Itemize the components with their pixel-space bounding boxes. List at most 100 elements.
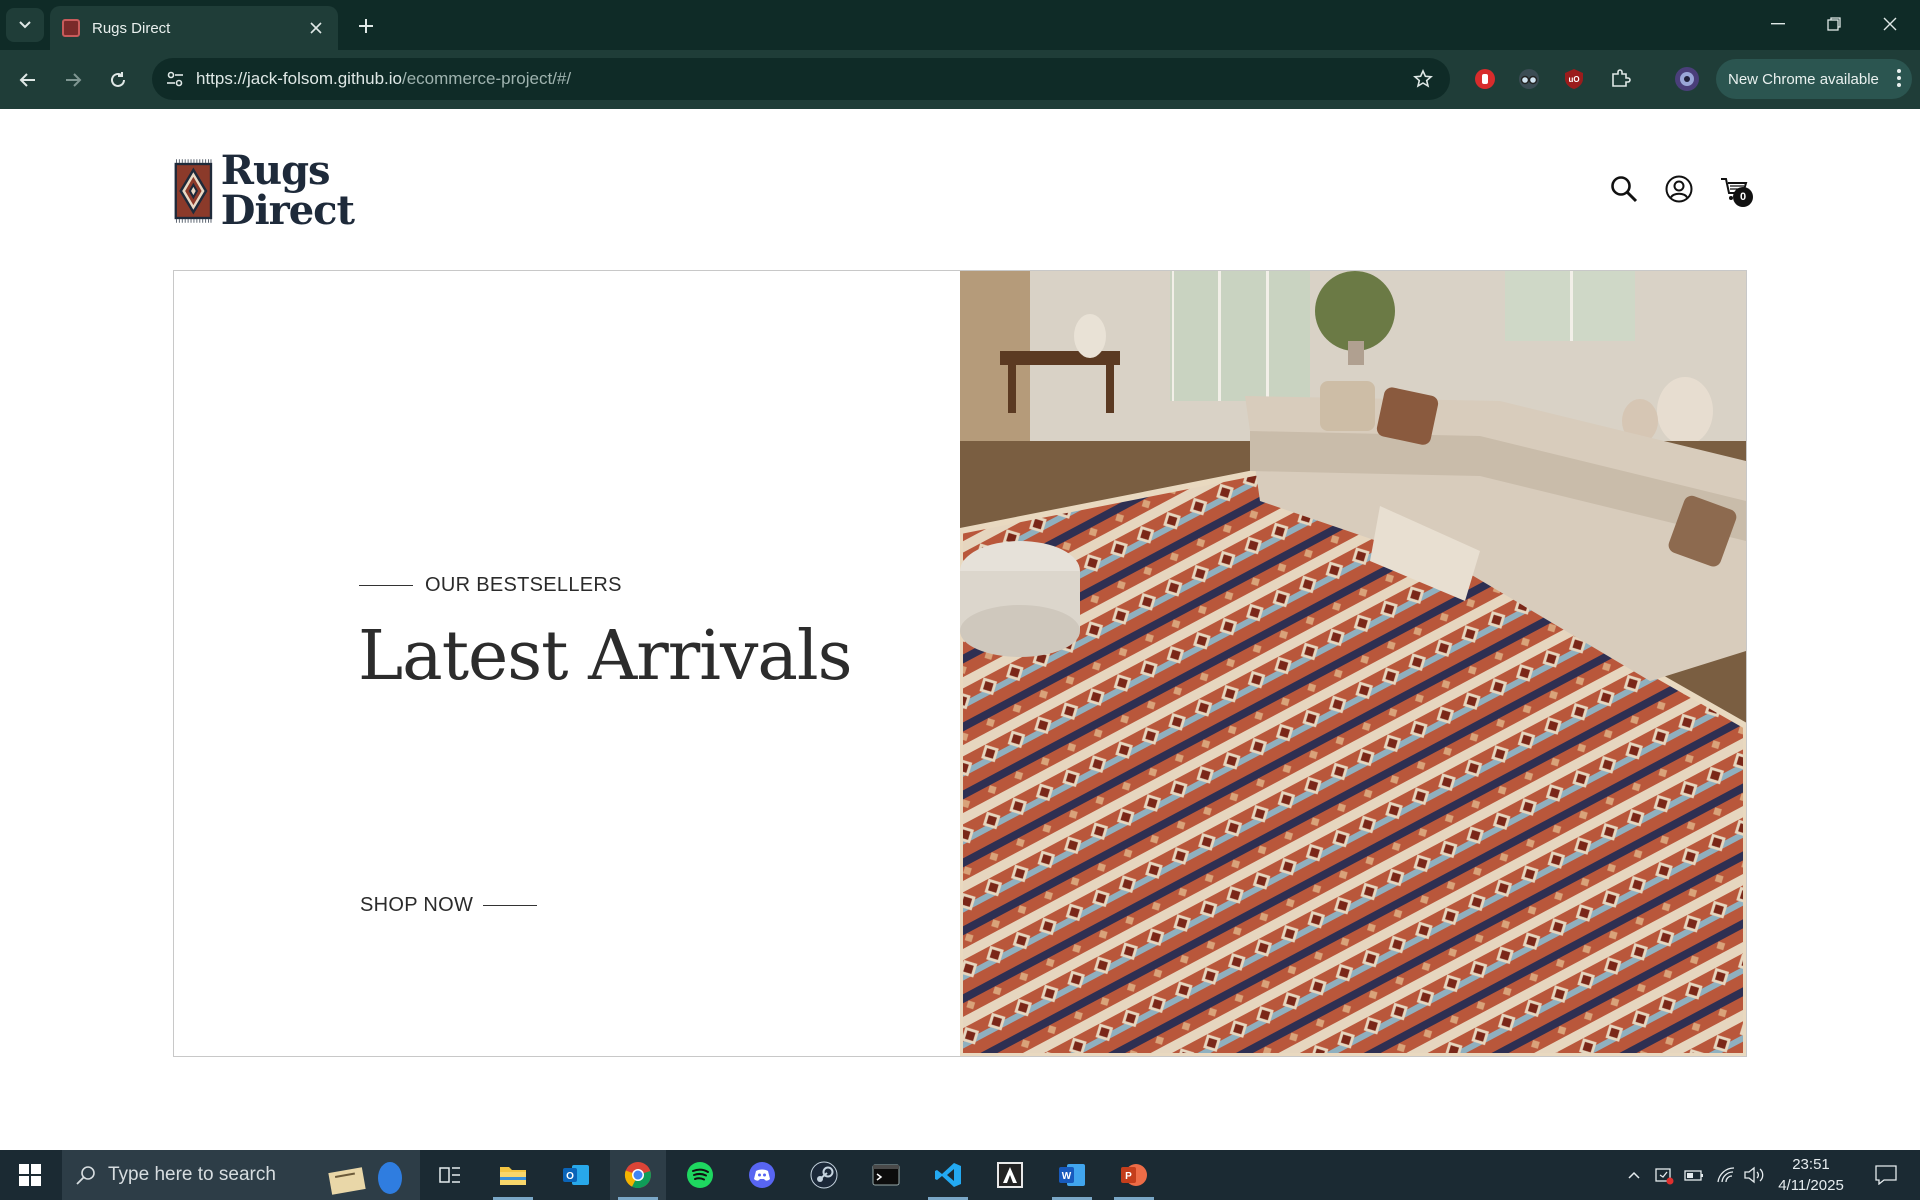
outlook-button[interactable]: O xyxy=(548,1150,604,1200)
svg-text:uO: uO xyxy=(1568,75,1579,84)
logo-line-1: Rugs xyxy=(220,147,331,194)
url-text: https://jack-folsom.github.io/ecommerce-… xyxy=(196,69,571,89)
more-vert-icon xyxy=(1897,69,1901,87)
chevron-up-icon xyxy=(1628,1171,1640,1179)
svg-text:W: W xyxy=(1062,1171,1072,1182)
tab-close-button[interactable] xyxy=(306,18,326,38)
notifications-button[interactable] xyxy=(1864,1150,1908,1200)
new-chrome-available-button[interactable]: New Chrome available xyxy=(1716,59,1912,99)
discord-icon xyxy=(749,1162,775,1188)
star-icon xyxy=(1413,69,1433,88)
taskbar-clock[interactable]: 23:51 4/11/2025 xyxy=(1766,1154,1856,1196)
close-icon xyxy=(1883,17,1897,31)
security-tray-button[interactable] xyxy=(1650,1150,1678,1200)
terminal-icon xyxy=(872,1164,900,1186)
user-icon xyxy=(1665,175,1693,203)
bookmark-button[interactable] xyxy=(1408,64,1438,94)
forward-button[interactable] xyxy=(55,62,91,98)
defender-icon xyxy=(1655,1168,1674,1185)
update-label: New Chrome available xyxy=(1728,70,1879,88)
shop-now-divider xyxy=(483,905,538,906)
url-host: https://jack-folsom.github.io xyxy=(196,69,402,88)
show-hidden-icons-button[interactable] xyxy=(1620,1150,1648,1200)
windows-logo-icon xyxy=(19,1164,41,1186)
network-tray-button[interactable] xyxy=(1712,1150,1740,1200)
search-icon xyxy=(1611,176,1638,203)
favicon-icon xyxy=(62,19,80,37)
tab-search-button[interactable] xyxy=(6,8,44,42)
start-button[interactable] xyxy=(0,1150,60,1200)
steam-button[interactable] xyxy=(796,1150,852,1200)
search-button[interactable] xyxy=(1608,173,1640,205)
eyebrow-divider xyxy=(359,585,413,586)
spotify-icon xyxy=(687,1162,713,1188)
wifi-icon xyxy=(1717,1167,1735,1183)
vscode-button[interactable] xyxy=(920,1150,976,1200)
inkscape-button[interactable] xyxy=(982,1150,1038,1200)
browser-tab-strip: Rugs Direct xyxy=(0,0,1920,50)
shop-now-label: SHOP NOW xyxy=(360,894,474,916)
clock-time: 23:51 xyxy=(1792,1156,1830,1173)
new-tab-button[interactable] xyxy=(352,12,380,40)
restore-icon xyxy=(1827,17,1841,31)
extension-glasses-icon[interactable] xyxy=(1514,64,1544,94)
minimize-button[interactable] xyxy=(1750,0,1806,48)
battery-tray-button[interactable] xyxy=(1680,1150,1708,1200)
account-button[interactable] xyxy=(1663,173,1695,205)
taskbar-search-box[interactable]: Type here to search xyxy=(62,1150,420,1200)
clock-date: 4/11/2025 xyxy=(1778,1177,1844,1194)
restore-button[interactable] xyxy=(1806,0,1862,48)
logo-wordmark: Rugs Direct xyxy=(220,147,355,234)
living-room-rug-photo xyxy=(960,271,1746,1056)
windows-taskbar: Type here to search O W P 23:51 4/11/202… xyxy=(0,1150,1920,1200)
discord-button[interactable] xyxy=(734,1150,790,1200)
task-view-button[interactable] xyxy=(422,1150,478,1200)
volume-tray-button[interactable] xyxy=(1740,1150,1768,1200)
powerpoint-icon: P xyxy=(1121,1164,1147,1186)
word-button[interactable]: W xyxy=(1044,1150,1100,1200)
site-logo[interactable]: Rugs Direct xyxy=(174,136,355,246)
search-icon xyxy=(76,1166,95,1185)
hero-image xyxy=(960,271,1746,1056)
vscode-icon xyxy=(935,1163,961,1187)
powerpoint-button[interactable]: P xyxy=(1106,1150,1162,1200)
taskbar-search-placeholder: Type here to search xyxy=(108,1164,276,1185)
battery-icon xyxy=(1684,1170,1703,1181)
search-highlight-illustration-icon xyxy=(328,1162,402,1195)
hero-eyebrow-text: OUR BESTSELLERS xyxy=(425,574,622,596)
speaker-icon xyxy=(1744,1166,1764,1184)
folder-icon xyxy=(500,1167,526,1185)
spotify-button[interactable] xyxy=(672,1150,728,1200)
chrome-button[interactable] xyxy=(610,1150,666,1200)
steam-icon xyxy=(810,1161,838,1189)
url-path: /ecommerce-project/#/ xyxy=(401,69,572,88)
address-bar[interactable]: https://jack-folsom.github.io/ecommerce-… xyxy=(152,58,1450,100)
arrow-right-icon xyxy=(66,73,82,87)
file-explorer-button[interactable] xyxy=(485,1150,541,1200)
extensions-puzzle-icon[interactable] xyxy=(1605,64,1635,94)
logo-line-2: Direct xyxy=(220,187,355,234)
close-window-button[interactable] xyxy=(1862,0,1918,48)
plus-icon xyxy=(359,19,373,33)
tune-icon xyxy=(167,71,183,87)
browser-toolbar: https://jack-folsom.github.io/ecommerce-… xyxy=(0,50,1920,109)
hero-banner: OUR BESTSELLERS Latest Arrivals SHOP NOW xyxy=(173,270,1747,1057)
svg-text:P: P xyxy=(1125,1171,1132,1182)
back-button[interactable] xyxy=(10,62,46,98)
chrome-icon xyxy=(624,1162,651,1189)
site-info-button[interactable] xyxy=(160,64,190,94)
profile-avatar-icon[interactable] xyxy=(1672,64,1702,94)
web-page: Rugs Direct 0 OUR BESTSELLERS Latest Arr… xyxy=(0,109,1920,1150)
terminal-button[interactable] xyxy=(858,1150,914,1200)
reload-button[interactable] xyxy=(100,62,136,98)
cart-count-badge: 0 xyxy=(1733,187,1753,207)
extension-stop-icon[interactable] xyxy=(1470,64,1500,94)
chevron-down-icon xyxy=(19,21,31,29)
extension-ublock-icon[interactable]: uO xyxy=(1559,64,1589,94)
shop-now-link[interactable]: SHOP NOW xyxy=(360,894,538,917)
browser-tab[interactable]: Rugs Direct xyxy=(50,6,338,50)
notification-icon xyxy=(1875,1165,1897,1185)
task-view-icon xyxy=(439,1167,460,1183)
hero-headline: Latest Arrivals xyxy=(358,617,853,696)
rug-logo-icon xyxy=(174,159,213,223)
